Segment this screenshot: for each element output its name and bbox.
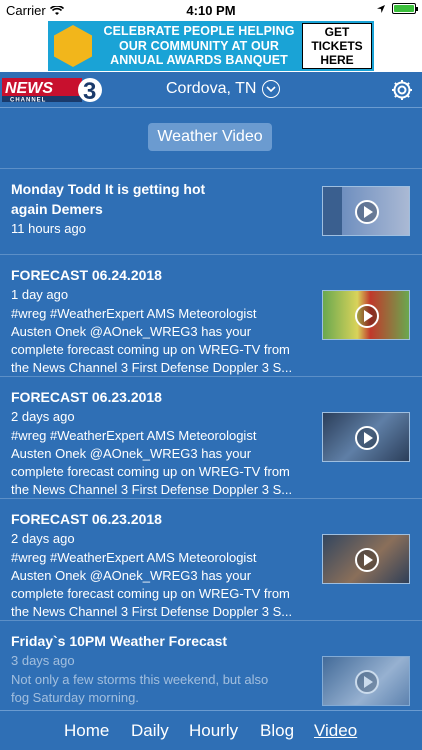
location-arrow-icon	[377, 4, 385, 13]
gear-icon[interactable]	[390, 78, 414, 102]
chevron-down-icon	[262, 80, 281, 98]
video-title: FORECAST 06.23.2018	[11, 389, 162, 405]
video-description: #wreg #WeatherExpert AMS Meteorologist A…	[11, 428, 293, 497]
location-label: Cordova, TN	[166, 80, 257, 97]
tab-home[interactable]: Home	[64, 721, 109, 741]
video-date: 3 days ago	[11, 653, 75, 668]
video-thumbnail[interactable]	[322, 656, 410, 706]
news-channel-3-logo[interactable]: NEWS CHANNEL 3	[2, 76, 102, 104]
logo-sub-text: CHANNEL	[10, 98, 46, 104]
list-item[interactable]: FORECAST 06.23.2018 2 days ago #wreg #We…	[0, 498, 422, 620]
video-date: 2 days ago	[11, 531, 75, 546]
video-thumbnail[interactable]	[322, 290, 410, 340]
volunteer-badge-icon	[54, 25, 92, 67]
ad-content[interactable]: CELEBRATE PEOPLE HELPING OUR COMMUNITY A…	[48, 21, 374, 71]
video-date: 2 days ago	[11, 409, 75, 424]
video-date: 11 hours ago	[11, 221, 86, 236]
battery-icon	[392, 3, 418, 14]
page-title: Weather Video	[148, 123, 272, 151]
video-list[interactable]: Monday Todd It is getting hot again Deme…	[0, 168, 422, 710]
ad-cta-button[interactable]: GET TICKETS HERE	[302, 23, 372, 69]
bottom-tab-bar: Home Daily Hourly Blog Video	[0, 710, 422, 750]
tab-blog[interactable]: Blog	[260, 721, 294, 741]
status-right	[376, 3, 418, 14]
tab-video[interactable]: Video	[314, 721, 357, 741]
video-date: 1 day ago	[11, 287, 69, 302]
ad-badge	[48, 21, 98, 71]
location-selector[interactable]: Cordova, TN	[166, 80, 281, 98]
play-icon	[355, 304, 379, 328]
video-title: FORECAST 06.23.2018	[11, 511, 162, 527]
video-thumbnail[interactable]	[322, 186, 410, 236]
video-title: Friday`s 10PM Weather Forecast	[11, 633, 228, 649]
video-description: Not only a few storms this weekend, but …	[11, 672, 269, 705]
video-title: FORECAST 06.24.2018	[11, 267, 162, 283]
logo-text: NEWS	[5, 80, 53, 97]
status-time: 4:10 PM	[186, 3, 236, 18]
tab-daily[interactable]: Daily	[131, 721, 169, 741]
video-thumbnail[interactable]	[322, 534, 410, 584]
list-item[interactable]: FORECAST 06.24.2018 1 day ago #wreg #Wea…	[0, 254, 422, 376]
tab-hourly[interactable]: Hourly	[189, 721, 238, 741]
play-icon	[355, 200, 379, 224]
app-header: NEWS CHANNEL 3 Cordova, TN	[0, 72, 422, 108]
ad-banner[interactable]: CELEBRATE PEOPLE HELPING OUR COMMUNITY A…	[0, 20, 422, 72]
play-icon	[355, 548, 379, 572]
video-title: Monday Todd It is getting hot again Deme…	[11, 181, 206, 217]
ad-headline: CELEBRATE PEOPLE HELPING OUR COMMUNITY A…	[103, 24, 295, 67]
list-item[interactable]: Monday Todd It is getting hot again Deme…	[0, 168, 422, 254]
video-description: #wreg #WeatherExpert AMS Meteorologist A…	[11, 306, 293, 375]
list-item[interactable]: FORECAST 06.23.2018 2 days ago #wreg #We…	[0, 376, 422, 498]
video-description: #wreg #WeatherExpert AMS Meteorologist A…	[11, 550, 293, 619]
list-item[interactable]: Friday`s 10PM Weather Forecast 3 days ag…	[0, 620, 422, 710]
play-icon	[355, 426, 379, 450]
video-thumbnail[interactable]	[322, 412, 410, 462]
play-icon	[355, 670, 379, 694]
logo-number: 3	[83, 78, 96, 104]
status-bar: Carrier 4:10 PM	[0, 0, 422, 20]
